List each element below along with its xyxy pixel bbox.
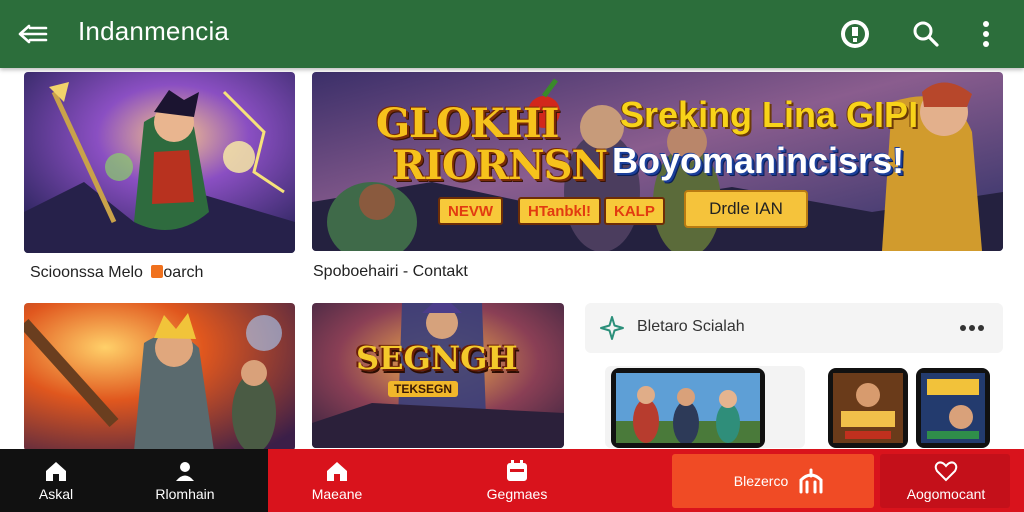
- banner-headline2: Boyomanincisrs!: [612, 140, 905, 181]
- nav-item-gegmaes[interactable]: Gegmaes: [474, 449, 560, 512]
- warrior-artwork: [24, 303, 295, 451]
- home-icon: [327, 461, 347, 481]
- hero-artwork: [24, 72, 295, 253]
- search-icon[interactable]: [906, 14, 946, 54]
- game-tile-subtitle: TEKSEGN: [388, 381, 459, 397]
- app-bar: Indanmencia: [0, 0, 1024, 68]
- banner-tag-2[interactable]: HTanbkl!: [518, 197, 602, 225]
- game-tile-warrior[interactable]: [24, 303, 295, 451]
- banner-headline1: Sreking Lina GIPI: [620, 94, 919, 135]
- game-tile-segngh[interactable]: SEGNGH TEKSEGN: [312, 303, 564, 448]
- nav-label: Aogomocant: [906, 485, 986, 502]
- nav-item-aogomocant[interactable]: Aogomocant: [898, 449, 994, 512]
- nav-item-maeane[interactable]: Maeane: [300, 449, 374, 512]
- hero-banner[interactable]: GLOKHI RIORNSN Sreking Lina GIPI Boyoman…: [312, 72, 1003, 251]
- badge-icon[interactable]: [835, 14, 875, 54]
- game-tile-title: SEGNGH: [356, 339, 518, 377]
- banner-logo-line1: GLOKHI: [376, 100, 559, 147]
- nav-item-askal[interactable]: Askal: [18, 449, 94, 512]
- tablet-screen-art: [616, 373, 760, 445]
- app-title: Indanmencia: [78, 16, 230, 46]
- grip-icon: [799, 468, 823, 493]
- phone-preview-2[interactable]: [916, 368, 990, 448]
- profile-icon: [176, 461, 194, 481]
- nav-item-blezerco[interactable]: Blezerco: [700, 449, 860, 512]
- featured-panel-label: Bletaro Scialah: [637, 318, 745, 335]
- tag-icon: [151, 265, 164, 278]
- phone1-screen-art: [833, 373, 903, 443]
- nav-label: Askal: [38, 485, 74, 502]
- tablet-preview[interactable]: [611, 368, 765, 448]
- featured-panel[interactable]: Bletaro Scialah: [585, 303, 1003, 353]
- nav-label: Rlomhain: [155, 485, 215, 502]
- back-arrow-icon[interactable]: [16, 18, 50, 50]
- nav-item-rlomhain[interactable]: Rlomhain: [140, 449, 230, 512]
- hero-left-caption: Scioonssa Melo oarch: [30, 264, 203, 282]
- banner-cta-button[interactable]: Drdle IAN: [684, 190, 808, 228]
- hero-left-caption-tag: oarch: [163, 264, 204, 281]
- banner-logo-line2: RIORNSN: [392, 142, 608, 189]
- nav-label: Blezerco: [733, 472, 789, 489]
- sparkle-icon: [600, 316, 624, 340]
- bottom-navigation: Askal Rlomhain Maeane Gegmaes Blezerco A…: [0, 449, 1024, 512]
- phone2-screen-art: [921, 373, 985, 443]
- banner-tag-3[interactable]: KALP: [604, 197, 665, 225]
- more-vert-icon[interactable]: [966, 14, 1006, 54]
- nav-label: Gegmaes: [486, 485, 548, 502]
- hero-left-caption-text: Scioonssa Melo: [30, 264, 143, 281]
- heart-icon: [934, 460, 958, 481]
- calendar-icon: [507, 459, 527, 481]
- hero-card-left[interactable]: [24, 72, 295, 253]
- banner-tag-new[interactable]: NEVW: [438, 197, 503, 225]
- more-horiz-icon[interactable]: [957, 315, 987, 341]
- hero-right-caption: Spoboehairi - Contakt: [313, 263, 468, 280]
- nav-label: Maeane: [311, 485, 363, 502]
- phone-preview-1[interactable]: [828, 368, 908, 448]
- home-icon: [46, 461, 66, 481]
